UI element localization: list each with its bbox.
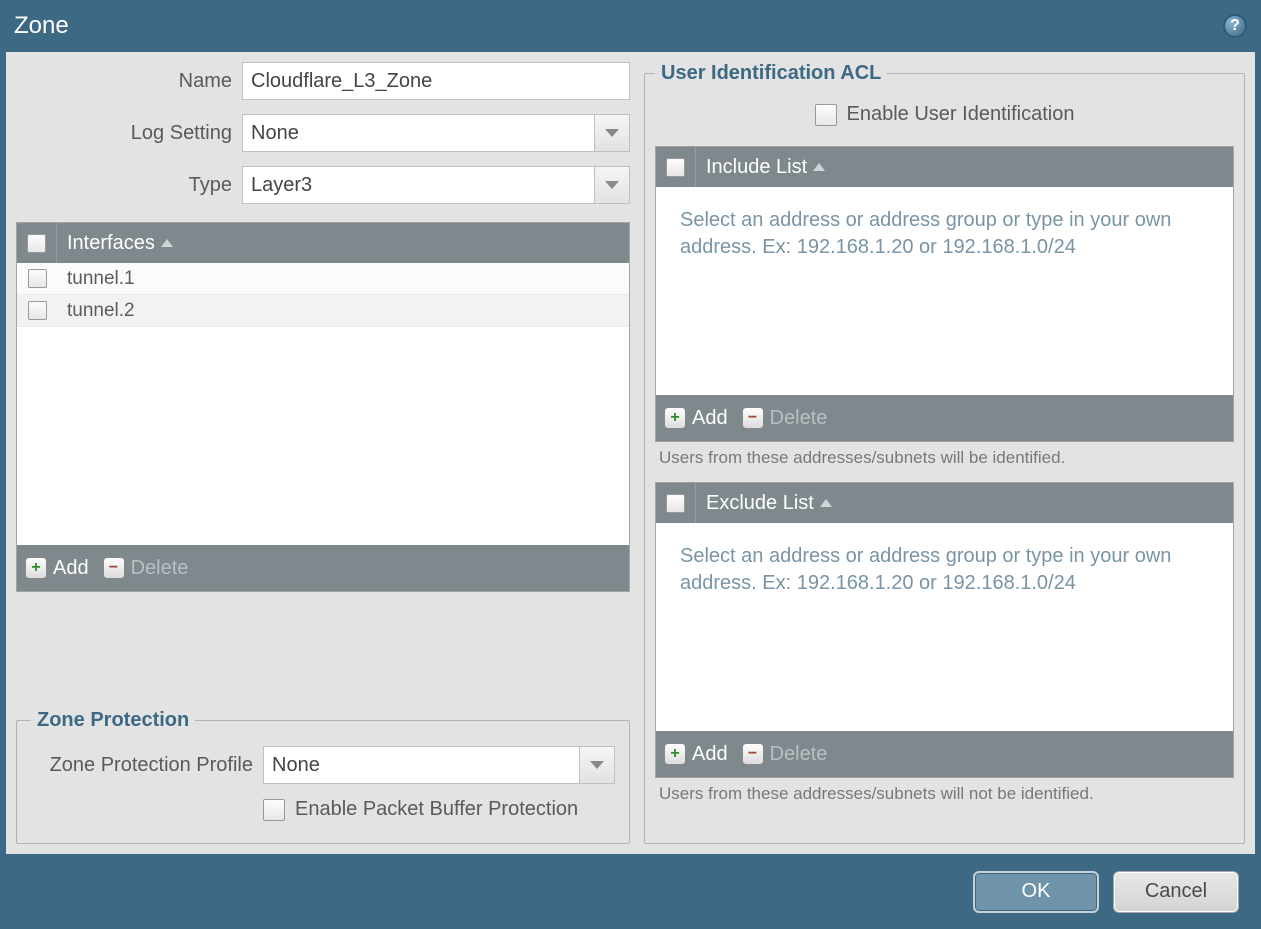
include-header-title[interactable]: Include List — [696, 156, 1233, 179]
interfaces-select-all[interactable] — [17, 223, 57, 263]
chevron-down-icon[interactable] — [594, 114, 630, 152]
name-input[interactable] — [242, 62, 630, 100]
type-row: Type — [16, 166, 630, 204]
zone-dialog: Zone ? Name Log Setting Type — [0, 0, 1261, 929]
ok-button[interactable]: OK — [973, 871, 1099, 913]
delete-label: Delete — [770, 407, 828, 430]
sort-asc-icon — [161, 239, 173, 247]
type-value[interactable] — [242, 166, 630, 204]
log-setting-select[interactable] — [242, 114, 630, 152]
interfaces-header: Interfaces — [17, 223, 629, 263]
interfaces-list: Interfaces tunnel.1 tunnel.2 — [16, 222, 630, 592]
plus-icon: + — [664, 407, 686, 429]
enable-pbp-checkbox-row[interactable]: Enable Packet Buffer Protection — [263, 798, 578, 821]
include-select-all[interactable] — [656, 147, 696, 187]
add-interface-button[interactable]: + Add — [25, 557, 89, 580]
left-pane: Name Log Setting Type — [16, 62, 630, 844]
minus-icon: − — [103, 557, 125, 579]
interface-name: tunnel.2 — [57, 300, 135, 322]
exclude-header-label: Exclude List — [706, 492, 814, 515]
interfaces-header-label: Interfaces — [67, 232, 155, 255]
sort-asc-icon — [820, 499, 832, 507]
checkbox-icon[interactable] — [263, 799, 285, 821]
interfaces-header-title[interactable]: Interfaces — [57, 232, 629, 255]
delete-exclude-button[interactable]: − Delete — [742, 743, 828, 766]
zone-protection-legend: Zone Protection — [31, 709, 195, 732]
dialog-footer: OK Cancel — [0, 854, 1261, 929]
minus-icon: − — [742, 407, 764, 429]
name-row: Name — [16, 62, 630, 100]
zone-protection-profile-value[interactable] — [263, 746, 615, 784]
plus-icon: + — [664, 743, 686, 765]
enable-user-id-checkbox-row[interactable]: Enable User Identification — [815, 103, 1075, 126]
help-icon[interactable]: ? — [1223, 14, 1247, 38]
checkbox-icon[interactable] — [815, 104, 837, 126]
enable-user-id-row: Enable User Identification — [655, 103, 1234, 126]
table-row[interactable]: tunnel.2 — [17, 295, 629, 327]
dialog-body: Name Log Setting Type — [6, 52, 1255, 854]
add-label: Add — [53, 557, 89, 580]
include-placeholder: Select an address or address group or ty… — [656, 187, 1233, 261]
type-select[interactable] — [242, 166, 630, 204]
exclude-hint: Users from these addresses/subnets will … — [655, 784, 1234, 804]
exclude-placeholder: Select an address or address group or ty… — [656, 523, 1233, 597]
chevron-down-icon[interactable] — [579, 746, 615, 784]
delete-label: Delete — [770, 743, 828, 766]
include-list: Include List Select an address or addres… — [655, 146, 1234, 442]
add-include-button[interactable]: + Add — [664, 407, 728, 430]
include-footer: + Add − Delete — [656, 395, 1233, 441]
add-label: Add — [692, 743, 728, 766]
zone-protection-profile-row: Zone Protection Profile — [31, 746, 615, 784]
right-pane: User Identification ACL Enable User Iden… — [644, 62, 1245, 844]
interfaces-body: tunnel.1 tunnel.2 — [17, 263, 629, 545]
interfaces-footer: + Add − Delete — [17, 545, 629, 591]
log-setting-value[interactable] — [242, 114, 630, 152]
user-id-acl-section: User Identification ACL Enable User Iden… — [644, 62, 1245, 844]
dialog-title: Zone — [14, 12, 69, 40]
sort-asc-icon — [813, 163, 825, 171]
checkbox-icon — [666, 158, 685, 177]
exclude-header: Exclude List — [656, 483, 1233, 523]
include-header-label: Include List — [706, 156, 807, 179]
checkbox-icon[interactable] — [28, 301, 47, 320]
exclude-select-all[interactable] — [656, 483, 696, 523]
checkbox-icon[interactable] — [28, 269, 47, 288]
delete-include-button[interactable]: − Delete — [742, 407, 828, 430]
exclude-header-title[interactable]: Exclude List — [696, 492, 1233, 515]
enable-pbp-label: Enable Packet Buffer Protection — [295, 798, 578, 821]
include-header: Include List — [656, 147, 1233, 187]
include-body: Select an address or address group or ty… — [656, 187, 1233, 395]
delete-label: Delete — [131, 557, 189, 580]
zone-protection-profile-select[interactable] — [263, 746, 615, 784]
log-setting-label: Log Setting — [16, 122, 242, 145]
dialog-header: Zone ? — [0, 0, 1261, 52]
add-exclude-button[interactable]: + Add — [664, 743, 728, 766]
exclude-footer: + Add − Delete — [656, 731, 1233, 777]
table-row[interactable]: tunnel.1 — [17, 263, 629, 295]
minus-icon: − — [742, 743, 764, 765]
plus-icon: + — [25, 557, 47, 579]
include-hint: Users from these addresses/subnets will … — [655, 448, 1234, 468]
exclude-list: Exclude List Select an address or addres… — [655, 482, 1234, 778]
exclude-body: Select an address or address group or ty… — [656, 523, 1233, 731]
user-id-acl-legend: User Identification ACL — [655, 62, 887, 85]
cancel-button[interactable]: Cancel — [1113, 871, 1239, 913]
interface-name: tunnel.1 — [57, 268, 135, 290]
checkbox-icon — [666, 494, 685, 513]
log-setting-row: Log Setting — [16, 114, 630, 152]
add-label: Add — [692, 407, 728, 430]
zone-protection-section: Zone Protection Zone Protection Profile … — [16, 709, 630, 844]
enable-pbp-row: Enable Packet Buffer Protection — [31, 798, 615, 821]
checkbox-icon — [27, 234, 46, 253]
enable-user-id-label: Enable User Identification — [847, 103, 1075, 126]
zone-protection-profile-label: Zone Protection Profile — [31, 754, 263, 777]
chevron-down-icon[interactable] — [594, 166, 630, 204]
delete-interface-button[interactable]: − Delete — [103, 557, 189, 580]
type-label: Type — [16, 174, 242, 197]
name-label: Name — [16, 70, 242, 93]
